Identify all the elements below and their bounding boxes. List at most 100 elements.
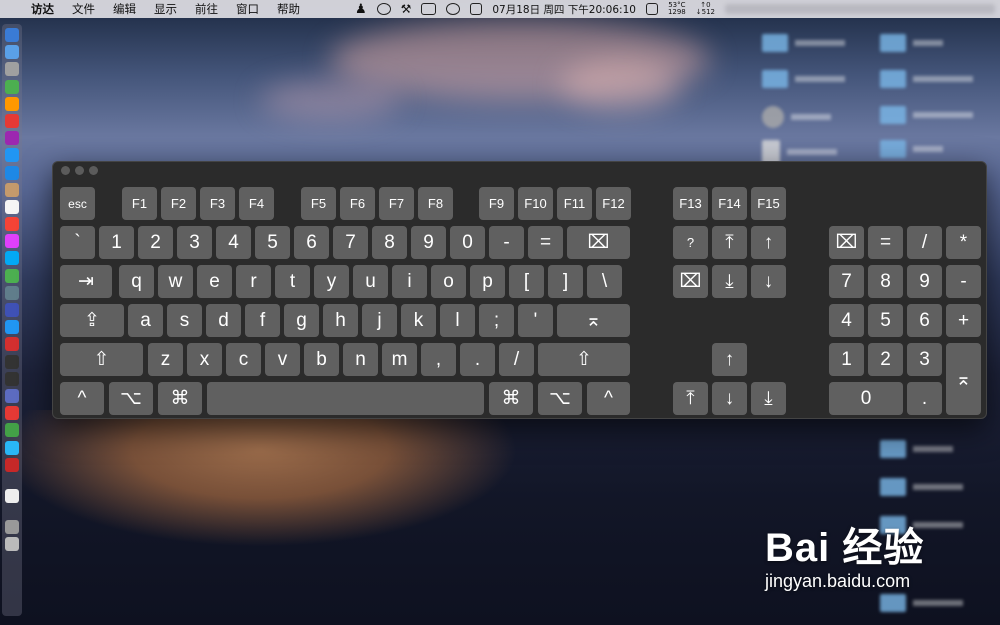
dock-app-icon[interactable]: [5, 388, 19, 403]
key-f3[interactable]: F3: [200, 187, 235, 220]
dock-app-icon[interactable]: [5, 45, 19, 60]
key-numpad-3[interactable]: 3: [907, 343, 942, 376]
dock-app-icon[interactable]: [5, 268, 19, 283]
key-forward-delete[interactable]: ⌧: [673, 265, 708, 298]
dock-app-icon[interactable]: [5, 520, 19, 535]
key-q-8[interactable]: o: [431, 265, 466, 298]
dock-app-icon[interactable]: [5, 79, 19, 94]
key-f7[interactable]: F7: [379, 187, 414, 220]
network-speed[interactable]: ↑0 ↓512: [696, 2, 715, 16]
key-z-1[interactable]: x: [187, 343, 222, 376]
key-q-10[interactable]: [: [509, 265, 544, 298]
key-num-10[interactable]: 0: [450, 226, 485, 259]
dock-app-icon[interactable]: [5, 62, 19, 77]
menu-help[interactable]: 帮助: [268, 1, 309, 17]
key-numpad-8[interactable]: 8: [868, 265, 903, 298]
key-tab[interactable]: ⇥: [60, 265, 112, 298]
key-q-1[interactable]: w: [158, 265, 193, 298]
key-q-7[interactable]: i: [392, 265, 427, 298]
key-numpad-5[interactable]: 5: [868, 304, 903, 337]
key-option-left[interactable]: ⌥: [109, 382, 153, 415]
key-help[interactable]: ?: [673, 226, 708, 259]
minimize-button[interactable]: [75, 165, 84, 175]
key-page-up[interactable]: ↑: [751, 226, 786, 259]
globe-icon[interactable]: [446, 3, 461, 15]
key-a-1[interactable]: s: [167, 304, 202, 337]
key-a-4[interactable]: g: [284, 304, 319, 337]
key-numpad-enter[interactable]: ⌅: [946, 343, 981, 415]
key-a-3[interactable]: f: [245, 304, 280, 337]
key-numpad-2[interactable]: 2: [868, 343, 903, 376]
key-command-right[interactable]: ⌘: [489, 382, 533, 415]
key-numpad-4[interactable]: 4: [829, 304, 864, 337]
clock-icon[interactable]: [376, 3, 391, 15]
dock-app-icon[interactable]: [5, 217, 19, 232]
key-q-11[interactable]: ]: [548, 265, 583, 298]
desktop-file[interactable]: [880, 34, 943, 52]
key-num-6[interactable]: 6: [294, 226, 329, 259]
calendar-icon[interactable]: [470, 3, 483, 15]
dock-app-icon[interactable]: [5, 303, 19, 317]
key-f6[interactable]: F6: [340, 187, 375, 220]
key-f9[interactable]: F9: [479, 187, 514, 220]
key-delete[interactable]: ⌧: [567, 226, 630, 259]
key-a-8[interactable]: l: [440, 304, 475, 337]
zoom-button[interactable]: [89, 165, 98, 175]
key-control-right[interactable]: ^: [587, 382, 630, 415]
key-num-5[interactable]: 5: [255, 226, 290, 259]
dock-app-icon[interactable]: [5, 285, 19, 300]
key-f14[interactable]: F14: [712, 187, 747, 220]
desktop-file[interactable]: [880, 478, 963, 496]
key-z-7[interactable]: ,: [421, 343, 456, 376]
key-command-left[interactable]: ⌘: [158, 382, 202, 415]
key-z-2[interactable]: c: [226, 343, 261, 376]
key-z-5[interactable]: n: [343, 343, 378, 376]
dock-app-icon[interactable]: [5, 440, 19, 455]
key-num-1[interactable]: 1: [99, 226, 134, 259]
key-f1[interactable]: F1: [122, 187, 157, 220]
key-q-9[interactable]: p: [470, 265, 505, 298]
dock-app-icon[interactable]: [5, 165, 19, 180]
key-arrow-left[interactable]: ⤒: [673, 382, 708, 415]
key-arrow-down[interactable]: ↓: [712, 382, 747, 415]
key-numpad-equal[interactable]: =: [868, 226, 903, 259]
tools-icon[interactable]: ⚒: [401, 2, 412, 16]
key-page-down[interactable]: ↓: [751, 265, 786, 298]
key-num-11[interactable]: -: [489, 226, 524, 259]
desktop-file[interactable]: [762, 70, 845, 88]
key-z-8[interactable]: .: [460, 343, 495, 376]
key-shift-right[interactable]: ⇧: [538, 343, 630, 376]
menu-file[interactable]: 文件: [63, 1, 104, 17]
key-f10[interactable]: F10: [518, 187, 553, 220]
key-q-3[interactable]: r: [236, 265, 271, 298]
key-f4[interactable]: F4: [239, 187, 274, 220]
key-f8[interactable]: F8: [418, 187, 453, 220]
key-num-8[interactable]: 8: [372, 226, 407, 259]
key-option-right[interactable]: ⌥: [538, 382, 582, 415]
key-q-5[interactable]: y: [314, 265, 349, 298]
desktop-file[interactable]: [880, 594, 963, 612]
key-f2[interactable]: F2: [161, 187, 196, 220]
key-arrow-right[interactable]: ⤓: [751, 382, 786, 415]
key-a-9[interactable]: ;: [479, 304, 514, 337]
key-caps-lock[interactable]: ⇪: [60, 304, 124, 337]
key-f5[interactable]: F5: [301, 187, 336, 220]
window-titlebar[interactable]: [53, 162, 986, 178]
key-z-3[interactable]: v: [265, 343, 300, 376]
key-num-0[interactable]: `: [60, 226, 95, 259]
menu-edit[interactable]: 编辑: [104, 1, 145, 17]
key-numpad-plus[interactable]: +: [946, 304, 981, 337]
key-numpad-6[interactable]: 6: [907, 304, 942, 337]
key-numpad-7[interactable]: 7: [829, 265, 864, 298]
key-a-7[interactable]: k: [401, 304, 436, 337]
dock-app-icon[interactable]: [5, 337, 19, 352]
dock-app-icon[interactable]: [5, 148, 19, 163]
dock-app-icon[interactable]: [5, 371, 19, 386]
key-num-12[interactable]: =: [528, 226, 563, 259]
key-q-2[interactable]: e: [197, 265, 232, 298]
key-return[interactable]: ⌅: [557, 304, 630, 337]
dock-app-icon[interactable]: [5, 113, 19, 128]
key-shift-left[interactable]: ⇧: [60, 343, 143, 376]
desktop-file[interactable]: [880, 106, 973, 124]
key-num-4[interactable]: 4: [216, 226, 251, 259]
